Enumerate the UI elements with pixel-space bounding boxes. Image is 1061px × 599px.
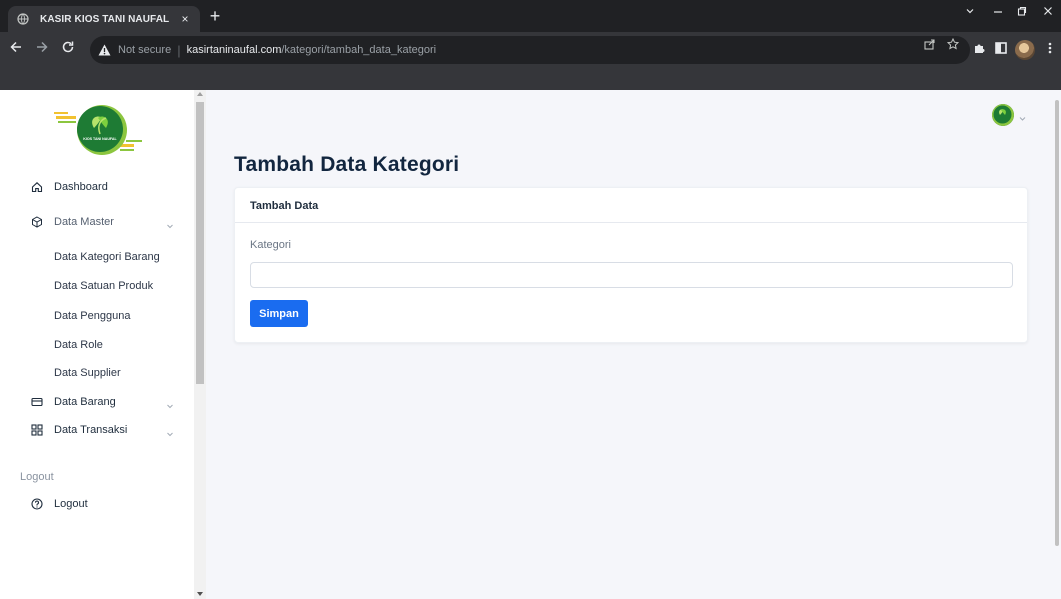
bookmarks-strip [0,68,1061,90]
credit-card-icon [30,395,44,409]
tab-close-icon[interactable]: × [178,12,192,26]
url-path: /kategori/tambah_data_kategori [281,44,437,56]
menu-kebab-icon[interactable] [1041,40,1059,60]
help-circle-icon [30,497,44,511]
sidebar-item-label: Dashboard [54,181,108,193]
tab-title: KASIR KIOS TANI NAUFAL [40,13,170,25]
grid-icon [30,423,44,437]
card-title: Tambah Data [250,200,319,212]
browser-profile-avatar[interactable] [1015,40,1035,60]
logo[interactable]: KIOS TANI NAUFAL [54,104,164,160]
new-tab-button[interactable]: + [205,6,225,26]
url-separator: | [177,42,181,58]
sidebar-item-label: Data Barang [54,396,116,408]
bookmark-star-icon[interactable] [945,37,961,53]
browser-toolbar: Not secure | kasirtaninaufal.com/kategor… [0,32,1061,68]
forward-icon[interactable] [32,40,52,60]
scroll-down-arrow-icon[interactable] [197,592,203,596]
close-window-icon[interactable] [1038,5,1058,19]
globe-icon [16,12,30,26]
page: KIOS TANI NAUFAL Dashboard Data Master D… [0,90,1061,599]
share-icon[interactable] [922,38,938,53]
save-button[interactable]: Simpan [250,300,308,327]
reload-icon[interactable] [58,40,78,60]
sidebar-item-label: Data Kategori Barang [54,251,160,263]
restore-icon[interactable] [1012,5,1032,19]
browser-tab-bar: KASIR KIOS TANI NAUFAL × + [0,0,1061,32]
sidebar-item-label: Data Satuan Produk [54,280,154,292]
minimize-icon[interactable] [988,5,1008,19]
user-menu-chevron-icon[interactable] [1018,110,1027,121]
section-heading-logout: Logout [20,471,54,483]
chevron-down-icon [166,425,176,437]
sidebar-item-label: Data Pengguna [54,310,131,322]
logo-text: KIOS TANI NAUFAL [83,137,117,141]
warning-icon [98,43,112,57]
back-icon[interactable] [6,40,26,60]
kategori-label: Kategori [250,239,291,251]
page-title: Tambah Data Kategori [234,153,460,176]
sidebar-scrollbar-thumb[interactable] [196,102,204,384]
page-scrollbar-thumb[interactable] [1055,100,1059,546]
sidebar-item-label: Data Supplier [54,367,121,379]
sidebar-item-label: Logout [54,498,88,510]
home-icon [30,180,44,194]
user-avatar[interactable] [992,104,1014,126]
chevron-down-icon [166,217,176,229]
sidebar-item-label: Data Master [54,216,114,228]
side-panel-icon[interactable] [992,40,1010,60]
form-card: Tambah Data Kategori Simpan [234,187,1028,343]
browser-tab[interactable]: KASIR KIOS TANI NAUFAL × [8,6,200,32]
sidebar-item-label: Data Role [54,339,103,351]
cube-icon [30,215,44,229]
kategori-input[interactable] [250,262,1013,288]
address-bar[interactable]: Not secure | kasirtaninaufal.com/kategor… [90,36,970,64]
security-label[interactable]: Not secure [118,44,171,56]
chevron-down-icon [166,397,176,409]
scroll-up-arrow-icon[interactable] [197,92,203,96]
sidebar: KIOS TANI NAUFAL Dashboard Data Master D… [0,90,194,599]
url-host: kasirtaninaufal.com [186,44,282,56]
extensions-icon[interactable] [970,40,988,60]
tab-search-icon[interactable] [960,5,980,19]
sidebar-item-label: Data Transaksi [54,424,128,436]
card-header: Tambah Data [235,188,1027,223]
